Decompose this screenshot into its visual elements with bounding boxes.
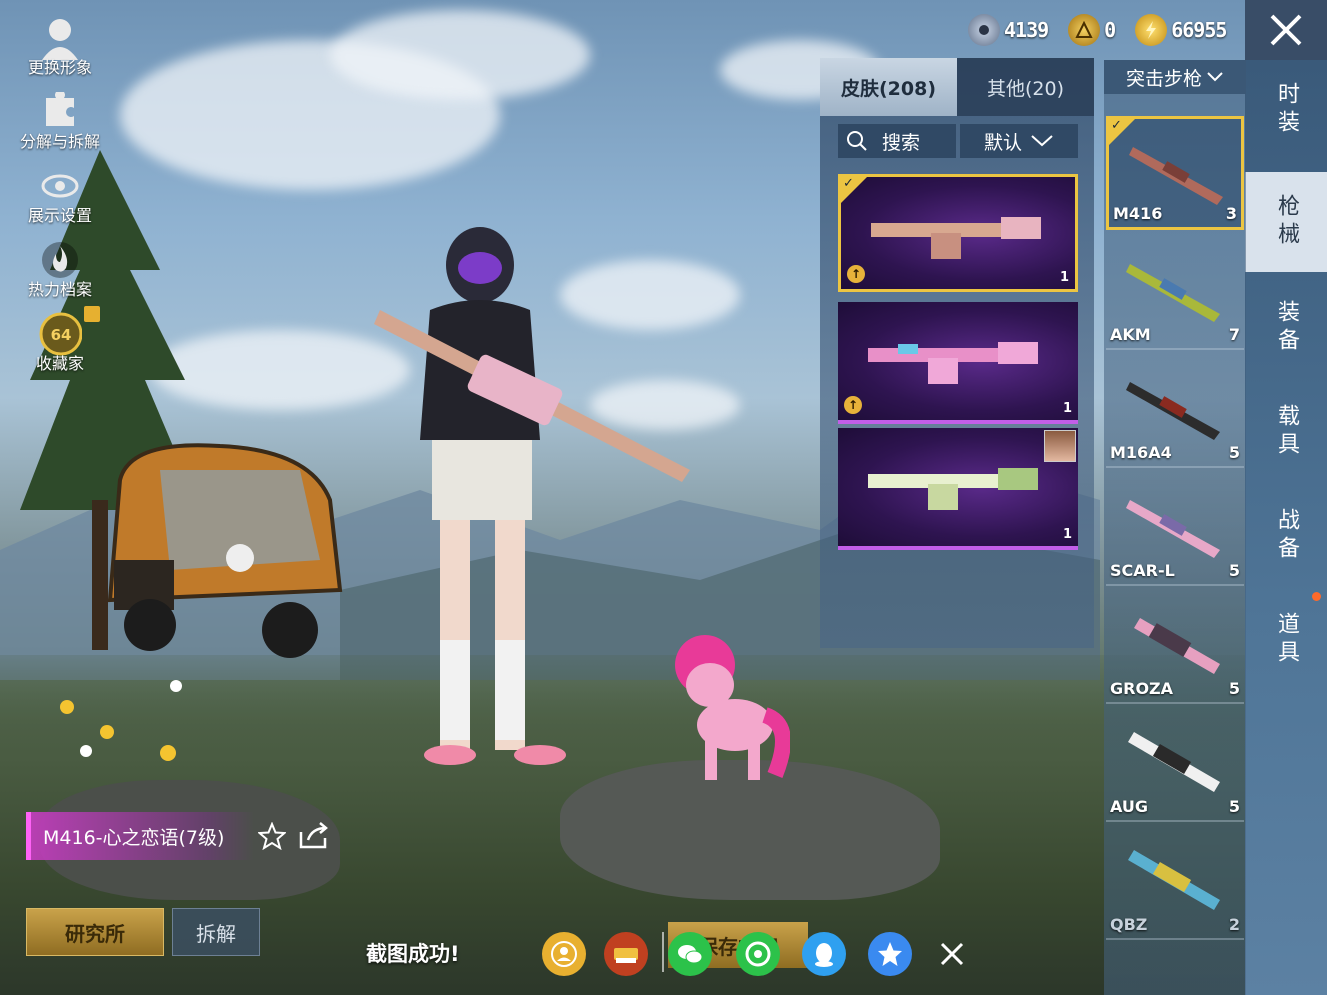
rifle-icon: [1126, 500, 1220, 558]
qq-icon: [815, 943, 833, 967]
currency-bp: 66955: [1135, 14, 1227, 46]
rarity-bar: [838, 546, 1078, 550]
weapon-list: 突击步枪 M416 3 AKM 7 M16A4 5 SCAR-L 5 GROZA…: [1104, 60, 1246, 995]
search-label: 搜索: [882, 131, 921, 154]
rifle-icon: [1126, 264, 1220, 322]
weapon-card-qbz[interactable]: QBZ 2: [1106, 826, 1244, 940]
tab-skins[interactable]: 皮肤(208): [820, 58, 957, 116]
skin-card-heart-m416[interactable]: ↑ 1: [838, 174, 1078, 292]
qzone-icon: [878, 942, 902, 966]
svg-text:64: 64: [51, 326, 72, 344]
skin-card-white-m416[interactable]: 1: [838, 428, 1078, 550]
skin-panel: 皮肤(208) 其他(20) 搜索 默认 ↑ 1 ↑ 1: [820, 58, 1094, 648]
chevron-down-icon: [1207, 72, 1223, 82]
change-avatar-label: 更换形象: [27, 58, 92, 77]
screenshot-success-message: 截图成功!: [366, 942, 460, 966]
character-thumbnail: [1044, 430, 1076, 462]
heat-archive-label: 热力档案: [27, 280, 92, 299]
weapon-card-m16a4[interactable]: M16A4 5: [1106, 354, 1244, 468]
category-sidebar: 时装 枪械 装备 载具 战备 道具: [1245, 60, 1327, 995]
sort-label: 默认: [983, 131, 1022, 154]
close-share-icon: [940, 942, 964, 966]
rifle-icon: [1134, 618, 1220, 674]
close-share-button[interactable]: [930, 932, 974, 976]
collector-button[interactable]: 64 收藏家: [14, 306, 106, 374]
bp-coin-icon: [1135, 14, 1168, 46]
category-props[interactable]: 道具: [1245, 590, 1327, 690]
display-settings-label: 展示设置: [27, 206, 92, 225]
weapon-card-groza[interactable]: GROZA 5: [1106, 590, 1244, 704]
skin-tabs: 皮肤(208) 其他(20): [820, 58, 1094, 116]
share-button[interactable]: [298, 822, 330, 850]
currency-gold-token: 0: [1068, 14, 1116, 46]
search-icon: [847, 131, 867, 151]
rifle-icon: [1128, 850, 1220, 910]
disassemble-menu-label: 分解与拆解: [19, 132, 100, 151]
chevron-down-icon: [1031, 135, 1053, 147]
pony-pet: [675, 635, 790, 780]
weapon-card-aug[interactable]: AUG 5: [1106, 708, 1244, 822]
peace-elite-icon: [614, 948, 638, 963]
display-settings-button[interactable]: 展示设置: [14, 164, 106, 226]
tab-other[interactable]: 其他(20): [957, 58, 1094, 116]
category-battle-prep[interactable]: 战备: [1245, 486, 1327, 586]
wechat-share-button[interactable]: [668, 932, 712, 976]
change-avatar-button[interactable]: 更换形象: [14, 16, 106, 78]
close-icon: [1270, 14, 1302, 46]
share-divider: [662, 932, 664, 972]
notification-dot: [1312, 592, 1321, 601]
qq-share-button[interactable]: [802, 932, 846, 976]
share-icon: [299, 822, 328, 849]
category-fashion[interactable]: 时装: [1245, 60, 1327, 160]
upgrade-arrow-icon: ↑: [844, 396, 862, 414]
category-equipment[interactable]: 装备: [1245, 278, 1327, 378]
weapon-type-label: 突击步枪: [1125, 67, 1202, 90]
rifle-icon: [1129, 147, 1223, 205]
research-lab-button[interactable]: 研究所: [26, 908, 164, 956]
player-character: [374, 227, 690, 765]
weapon-card-scar-l[interactable]: SCAR-L 5: [1106, 472, 1244, 586]
disassemble-menu-button[interactable]: 分解与拆解: [14, 90, 106, 152]
weapon-card-m416[interactable]: M416 3: [1106, 116, 1244, 230]
currency-bar: 4139 0 66955: [968, 8, 1246, 52]
category-firearms[interactable]: 枪械: [1245, 172, 1327, 272]
gift-icon: [84, 306, 100, 322]
bp-amount: 66955: [1171, 18, 1227, 42]
tuk-tuk-vehicle: [107, 443, 343, 658]
rifle-skin-image: [868, 468, 1038, 510]
gold-token-amount: 0: [1104, 18, 1116, 42]
collector-label: 收藏家: [35, 354, 84, 373]
currency-silver: 4139: [968, 14, 1049, 46]
favorite-button[interactable]: [256, 821, 288, 851]
disassemble-button[interactable]: 拆解: [172, 908, 260, 956]
rifle-icon: [1126, 382, 1220, 440]
selected-check-icon: [841, 176, 867, 203]
star-icon: [256, 821, 288, 851]
weapon-type-dropdown[interactable]: 突击步枪: [1104, 60, 1246, 94]
search-input[interactable]: 搜索: [838, 124, 956, 158]
rifle-skin-image: [871, 217, 1041, 259]
rifle-skin-image: [868, 342, 1038, 384]
wechat-icon: [678, 945, 703, 964]
moments-share-button[interactable]: [736, 932, 780, 976]
weapon-card-akm[interactable]: AKM 7: [1106, 236, 1244, 350]
sort-dropdown[interactable]: 默认: [960, 124, 1078, 158]
silver-coin-icon: [968, 14, 1000, 46]
skin-card-pink-m416[interactable]: ↑ 1: [838, 302, 1078, 424]
silver-amount: 4139: [1004, 18, 1049, 42]
peace-friend-share-button[interactable]: [542, 932, 586, 976]
upgrade-arrow-icon: ↑: [847, 265, 865, 283]
peace-elite-share-button[interactable]: [604, 932, 648, 976]
rarity-bar: [838, 420, 1078, 424]
gold-token-icon: [1068, 14, 1101, 46]
rifle-icon: [1128, 732, 1220, 792]
item-name-label: M416-心之恋语(7级): [26, 812, 254, 860]
category-vehicles[interactable]: 载具: [1245, 382, 1327, 482]
heat-archive-button[interactable]: 热力档案: [14, 238, 106, 300]
moments-icon: [745, 941, 771, 967]
qzone-share-button[interactable]: [868, 932, 912, 976]
close-button[interactable]: [1245, 0, 1327, 60]
peace-friend-icon: [551, 941, 577, 967]
